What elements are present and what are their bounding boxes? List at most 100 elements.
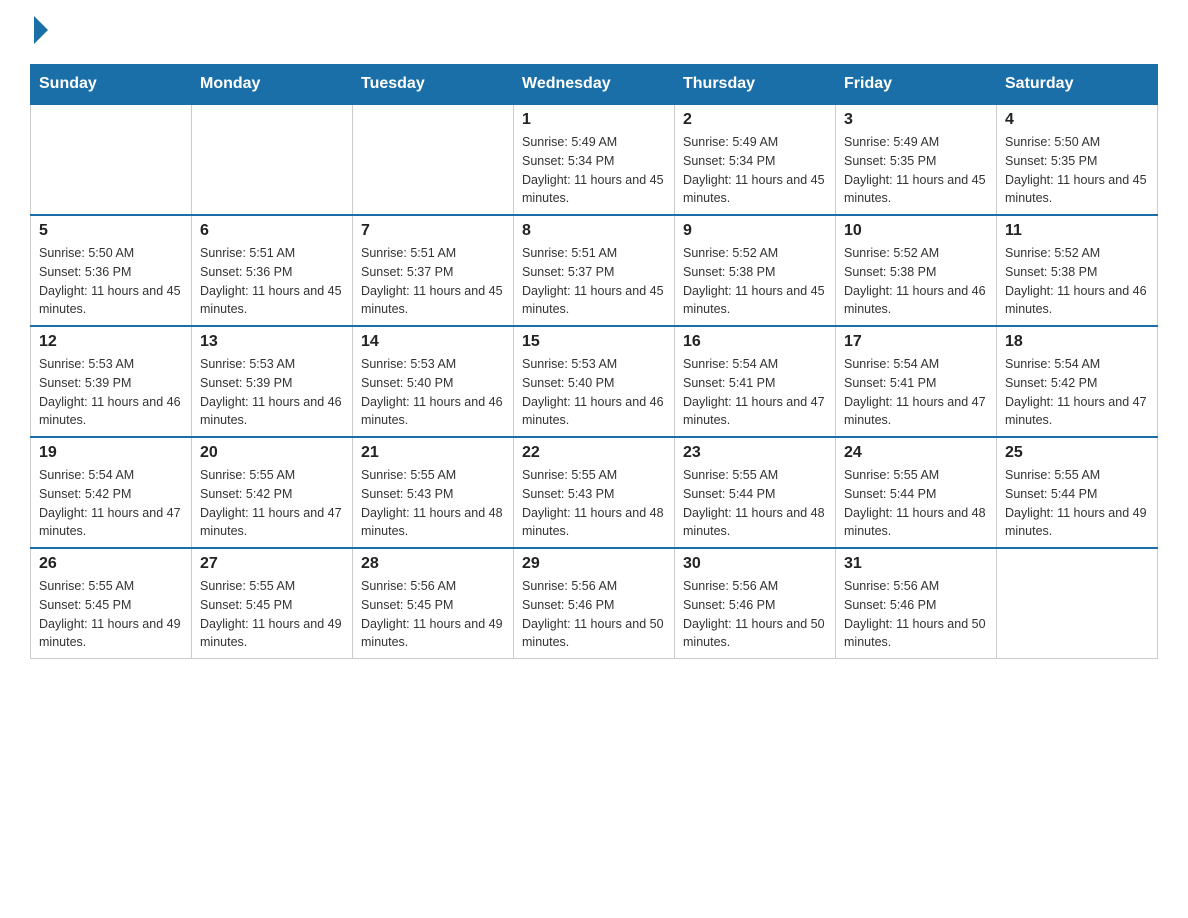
calendar-cell: 11 Sunrise: 5:52 AM Sunset: 5:38 PM Dayli…: [997, 215, 1158, 326]
day-info: Sunrise: 5:49 AM Sunset: 5:35 PM Dayligh…: [844, 133, 988, 208]
calendar-cell: 7 Sunrise: 5:51 AM Sunset: 5:37 PM Daylig…: [353, 215, 514, 326]
calendar-cell: 28Sunrise: 5:56 AM Sunset: 5:45 PM Dayli…: [353, 548, 514, 659]
calendar-cell: [353, 104, 514, 215]
day-info: Sunrise: 5:49 AM Sunset: 5:34 PM Dayligh…: [522, 133, 666, 208]
day-number: 6: [200, 222, 344, 240]
calendar-cell: 16 Sunrise: 5:54 AM Sunset: 5:41 PM Dayli…: [675, 326, 836, 437]
day-info: Sunrise: 5:53 AM Sunset: 5:40 PM Dayligh…: [522, 355, 666, 430]
calendar-cell: 20 Sunrise: 5:55 AM Sunset: 5:42 PM Dayli…: [192, 437, 353, 548]
calendar-cell: [997, 548, 1158, 659]
day-number: 25: [1005, 444, 1149, 462]
calendar-week-row: 5 Sunrise: 5:50 AM Sunset: 5:36 PM Daylig…: [31, 215, 1158, 326]
day-number: 8: [522, 222, 666, 240]
day-number: 4: [1005, 111, 1149, 129]
day-info: Sunrise: 5:56 AM Sunset: 5:46 PM Dayligh…: [844, 577, 988, 652]
day-info: Sunrise: 5:54 AM Sunset: 5:41 PM Dayligh…: [683, 355, 827, 430]
day-number: 23: [683, 444, 827, 462]
calendar-cell: 23 Sunrise: 5:55 AM Sunset: 5:44 PM Dayli…: [675, 437, 836, 548]
day-info: Sunrise: 5:53 AM Sunset: 5:40 PM Dayligh…: [361, 355, 505, 430]
day-number: 10: [844, 222, 988, 240]
calendar-cell: 25 Sunrise: 5:55 AM Sunset: 5:44 PM Dayli…: [997, 437, 1158, 548]
day-info: Sunrise: 5:51 AM Sunset: 5:37 PM Dayligh…: [522, 244, 666, 319]
day-number: 11: [1005, 222, 1149, 240]
day-info: Sunrise: 5:55 AM Sunset: 5:42 PM Dayligh…: [200, 466, 344, 541]
col-header-sunday: Sunday: [31, 65, 192, 105]
day-info: Sunrise: 5:55 AM Sunset: 5:44 PM Dayligh…: [844, 466, 988, 541]
calendar-cell: 14 Sunrise: 5:53 AM Sunset: 5:40 PM Dayli…: [353, 326, 514, 437]
calendar-week-row: 19Sunrise: 5:54 AM Sunset: 5:42 PM Dayli…: [31, 437, 1158, 548]
day-info: Sunrise: 5:55 AM Sunset: 5:44 PM Dayligh…: [683, 466, 827, 541]
calendar-week-row: 1Sunrise: 5:49 AM Sunset: 5:34 PM Daylig…: [31, 104, 1158, 215]
calendar-cell: 31 Sunrise: 5:56 AM Sunset: 5:46 PM Dayli…: [836, 548, 997, 659]
calendar-week-row: 12 Sunrise: 5:53 AM Sunset: 5:39 PM Dayli…: [31, 326, 1158, 437]
day-info: Sunrise: 5:50 AM Sunset: 5:36 PM Dayligh…: [39, 244, 183, 319]
calendar-cell: 26 Sunrise: 5:55 AM Sunset: 5:45 PM Dayli…: [31, 548, 192, 659]
day-number: 16: [683, 333, 827, 351]
col-header-thursday: Thursday: [675, 65, 836, 105]
day-info: Sunrise: 5:55 AM Sunset: 5:45 PM Dayligh…: [39, 577, 183, 652]
day-number: 19: [39, 444, 183, 462]
day-info: Sunrise: 5:52 AM Sunset: 5:38 PM Dayligh…: [844, 244, 988, 319]
day-info: Sunrise: 5:51 AM Sunset: 5:36 PM Dayligh…: [200, 244, 344, 319]
calendar-cell: 13Sunrise: 5:53 AM Sunset: 5:39 PM Dayli…: [192, 326, 353, 437]
calendar-cell: 22Sunrise: 5:55 AM Sunset: 5:43 PM Dayli…: [514, 437, 675, 548]
day-number: 29: [522, 555, 666, 573]
day-info: Sunrise: 5:55 AM Sunset: 5:45 PM Dayligh…: [200, 577, 344, 652]
day-number: 3: [844, 111, 988, 129]
col-header-saturday: Saturday: [997, 65, 1158, 105]
day-number: 2: [683, 111, 827, 129]
day-info: Sunrise: 5:56 AM Sunset: 5:45 PM Dayligh…: [361, 577, 505, 652]
day-number: 14: [361, 333, 505, 351]
day-info: Sunrise: 5:55 AM Sunset: 5:43 PM Dayligh…: [361, 466, 505, 541]
day-info: Sunrise: 5:52 AM Sunset: 5:38 PM Dayligh…: [1005, 244, 1149, 319]
day-info: Sunrise: 5:54 AM Sunset: 5:42 PM Dayligh…: [1005, 355, 1149, 430]
day-info: Sunrise: 5:55 AM Sunset: 5:43 PM Dayligh…: [522, 466, 666, 541]
logo: [30, 20, 48, 44]
day-number: 20: [200, 444, 344, 462]
logo-arrow-icon: [34, 16, 48, 44]
day-number: 7: [361, 222, 505, 240]
calendar-cell: 4 Sunrise: 5:50 AM Sunset: 5:35 PM Daylig…: [997, 104, 1158, 215]
day-number: 5: [39, 222, 183, 240]
calendar-cell: 10 Sunrise: 5:52 AM Sunset: 5:38 PM Dayli…: [836, 215, 997, 326]
day-info: Sunrise: 5:49 AM Sunset: 5:34 PM Dayligh…: [683, 133, 827, 208]
calendar-cell: 19Sunrise: 5:54 AM Sunset: 5:42 PM Dayli…: [31, 437, 192, 548]
calendar-cell: 1Sunrise: 5:49 AM Sunset: 5:34 PM Daylig…: [514, 104, 675, 215]
day-number: 24: [844, 444, 988, 462]
calendar-cell: [192, 104, 353, 215]
col-header-tuesday: Tuesday: [353, 65, 514, 105]
calendar-cell: 9 Sunrise: 5:52 AM Sunset: 5:38 PM Daylig…: [675, 215, 836, 326]
day-info: Sunrise: 5:50 AM Sunset: 5:35 PM Dayligh…: [1005, 133, 1149, 208]
calendar-cell: 29 Sunrise: 5:56 AM Sunset: 5:46 PM Dayli…: [514, 548, 675, 659]
day-number: 13: [200, 333, 344, 351]
calendar-cell: 30Sunrise: 5:56 AM Sunset: 5:46 PM Dayli…: [675, 548, 836, 659]
calendar-cell: 2 Sunrise: 5:49 AM Sunset: 5:34 PM Daylig…: [675, 104, 836, 215]
calendar-cell: 6 Sunrise: 5:51 AM Sunset: 5:36 PM Daylig…: [192, 215, 353, 326]
day-number: 26: [39, 555, 183, 573]
calendar-cell: 12 Sunrise: 5:53 AM Sunset: 5:39 PM Dayli…: [31, 326, 192, 437]
col-header-monday: Monday: [192, 65, 353, 105]
calendar-cell: 3 Sunrise: 5:49 AM Sunset: 5:35 PM Daylig…: [836, 104, 997, 215]
day-number: 17: [844, 333, 988, 351]
calendar-cell: [31, 104, 192, 215]
calendar-cell: 5 Sunrise: 5:50 AM Sunset: 5:36 PM Daylig…: [31, 215, 192, 326]
day-number: 9: [683, 222, 827, 240]
day-info: Sunrise: 5:52 AM Sunset: 5:38 PM Dayligh…: [683, 244, 827, 319]
day-number: 21: [361, 444, 505, 462]
calendar-cell: 15 Sunrise: 5:53 AM Sunset: 5:40 PM Dayli…: [514, 326, 675, 437]
day-number: 15: [522, 333, 666, 351]
day-number: 31: [844, 555, 988, 573]
calendar-cell: 17 Sunrise: 5:54 AM Sunset: 5:41 PM Dayli…: [836, 326, 997, 437]
day-info: Sunrise: 5:56 AM Sunset: 5:46 PM Dayligh…: [522, 577, 666, 652]
day-info: Sunrise: 5:54 AM Sunset: 5:41 PM Dayligh…: [844, 355, 988, 430]
col-header-wednesday: Wednesday: [514, 65, 675, 105]
day-number: 12: [39, 333, 183, 351]
col-header-friday: Friday: [836, 65, 997, 105]
calendar-table: SundayMondayTuesdayWednesdayThursdayFrid…: [30, 64, 1158, 659]
day-info: Sunrise: 5:51 AM Sunset: 5:37 PM Dayligh…: [361, 244, 505, 319]
day-info: Sunrise: 5:56 AM Sunset: 5:46 PM Dayligh…: [683, 577, 827, 652]
calendar-cell: 18Sunrise: 5:54 AM Sunset: 5:42 PM Dayli…: [997, 326, 1158, 437]
day-info: Sunrise: 5:55 AM Sunset: 5:44 PM Dayligh…: [1005, 466, 1149, 541]
day-number: 27: [200, 555, 344, 573]
day-info: Sunrise: 5:53 AM Sunset: 5:39 PM Dayligh…: [39, 355, 183, 430]
